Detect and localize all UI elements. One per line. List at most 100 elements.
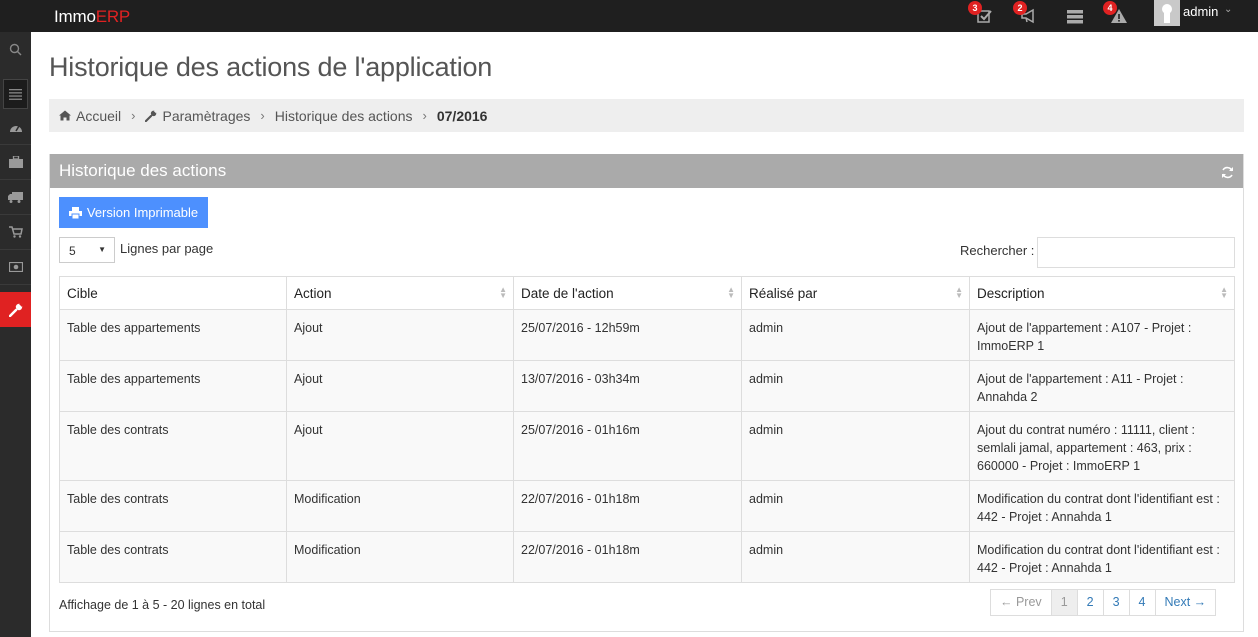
breadcrumb-history[interactable]: Historique des actions — [275, 108, 413, 124]
messages-badge: 2 — [1013, 1, 1027, 15]
sort-icon: ▲ ▼ — [1220, 285, 1228, 300]
tasks-badge: 3 — [968, 1, 982, 15]
messages-notification[interactable]: 2 — [1013, 1, 1039, 26]
table-row: Table des contrats Ajout 25/07/2016 - 01… — [59, 411, 1235, 481]
cell-cible: Table des appartements — [59, 360, 287, 412]
table-row: Table des appartements Ajout 25/07/2016 … — [59, 309, 1235, 361]
sort-icon: ▲ ▼ — [499, 285, 507, 300]
sidebar-item-deliveries[interactable] — [0, 180, 31, 215]
cell-cible: Table des contrats — [59, 411, 287, 481]
menu-toggle-icon — [9, 88, 22, 100]
sidebar-toggle[interactable] — [3, 79, 28, 109]
breadcrumb-current: 07/2016 — [436, 107, 488, 124]
cell-description: Modification du contrat dont l'identifia… — [969, 480, 1235, 532]
history-portlet: Historique des actions Version Imprimabl… — [49, 154, 1244, 632]
sidebar-item-dashboard[interactable] — [0, 110, 31, 145]
prev-page-button[interactable]: ← Prev — [990, 589, 1052, 616]
cell-user: admin — [741, 531, 970, 583]
column-header-realise-par[interactable]: Réalisé par ▲ ▼ — [741, 276, 970, 310]
server-icon — [1067, 10, 1083, 24]
alerts-badge: 4 — [1103, 1, 1117, 15]
cell-description: Modification du contrat dont l'identifia… — [969, 531, 1235, 583]
cell-user: admin — [741, 360, 970, 412]
avatar[interactable] — [1154, 0, 1180, 26]
sort-icon: ▲ ▼ — [727, 285, 735, 300]
page-1-button[interactable]: 1 — [1050, 589, 1078, 616]
table-info: Affichage de 1 à 5 - 20 lignes en total — [59, 598, 266, 612]
print-icon — [68, 206, 82, 219]
user-avatar-icon — [1162, 4, 1172, 23]
cell-description: Ajout de l'appartement : A107 - Projet :… — [969, 309, 1235, 361]
user-name[interactable]: admin — [1183, 4, 1218, 19]
sidebar-item-sales[interactable] — [0, 215, 31, 250]
breadcrumb-home[interactable]: Accueil — [59, 108, 121, 124]
refresh-icon — [1222, 166, 1233, 179]
wrench-icon — [8, 303, 22, 317]
search-label: Rechercher : — [960, 243, 1035, 258]
cell-action: Ajout — [286, 360, 514, 412]
cell-date: 13/07/2016 - 03h34m — [513, 360, 742, 412]
cart-icon — [8, 226, 23, 238]
print-button-label: Version Imprimable — [86, 205, 199, 220]
dashboard-icon — [9, 125, 22, 132]
cell-action: Ajout — [286, 309, 514, 361]
breadcrumb: Accueil › Paramètrages › Historique des … — [49, 99, 1244, 132]
truck-icon — [8, 191, 23, 203]
breadcrumb-home-label[interactable]: Accueil — [76, 108, 121, 124]
page-3-button[interactable]: 3 — [1102, 589, 1130, 616]
chevron-right-icon: › — [260, 108, 265, 123]
cell-date: 25/07/2016 - 12h59m — [513, 309, 742, 361]
breadcrumb-settings[interactable]: Paramètrages — [145, 108, 250, 124]
refresh-button[interactable] — [1221, 164, 1234, 184]
briefcase-icon — [8, 156, 23, 168]
cell-description: Ajout de l'appartement : A11 - Projet : … — [969, 360, 1235, 412]
app-logo[interactable]: ImmoERP — [54, 7, 130, 27]
history-table: Cible Action ▲ ▼ Date de l'action ▲ ▼ Réalis… — [59, 276, 1235, 583]
server-notification[interactable] — [1065, 6, 1085, 26]
cell-cible: Table des appartements — [59, 309, 287, 361]
cell-cible: Table des contrats — [59, 531, 287, 583]
top-bar: ImmoERP 3 2 4 admin ⌄ — [0, 0, 1258, 32]
home-icon — [59, 110, 71, 121]
breadcrumb-settings-label[interactable]: Paramètrages — [162, 108, 250, 124]
column-header-action[interactable]: Action ▲ ▼ — [286, 276, 514, 310]
search-input[interactable] — [1037, 237, 1235, 268]
main-content: Historique des actions de l'application … — [31, 32, 1258, 637]
portlet-header: Historique des actions — [50, 154, 1243, 188]
next-page-button[interactable]: Next → — [1154, 589, 1217, 616]
column-header-date[interactable]: Date de l'action ▲ ▼ — [513, 276, 742, 310]
table-row: Table des contrats Modification 22/07/20… — [59, 531, 1235, 583]
page-4-button[interactable]: 4 — [1128, 589, 1156, 616]
table-row: Table des contrats Modification 22/07/20… — [59, 480, 1235, 532]
column-header-cible[interactable]: Cible — [59, 276, 287, 310]
sidebar-item-settings[interactable] — [0, 292, 31, 327]
sidebar-item-projects[interactable] — [0, 145, 31, 180]
page-title: Historique des actions de l'application — [49, 52, 493, 82]
cell-cible: Table des contrats — [59, 480, 287, 532]
column-header-description[interactable]: Description ▲ ▼ — [969, 276, 1235, 310]
sidebar-item-finance[interactable] — [0, 250, 31, 285]
cell-action: Modification — [286, 480, 514, 532]
chevron-right-icon: › — [422, 108, 427, 123]
cell-date: 22/07/2016 - 01h18m — [513, 531, 742, 583]
page-2-button[interactable]: 2 — [1076, 589, 1104, 616]
cell-user: admin — [741, 411, 970, 481]
cell-date: 22/07/2016 - 01h18m — [513, 480, 742, 532]
sidebar-search[interactable] — [0, 32, 31, 67]
cell-action: Ajout — [286, 411, 514, 481]
wrench-icon — [145, 110, 157, 122]
tasks-notification[interactable]: 3 — [968, 1, 994, 26]
page-size-value: 5 — [69, 244, 76, 258]
print-button[interactable]: Version Imprimable — [59, 197, 208, 228]
cell-user: admin — [741, 480, 970, 532]
cell-date: 25/07/2016 - 01h16m — [513, 411, 742, 481]
page-size-select[interactable]: 5 ▼ — [59, 237, 115, 263]
alerts-notification[interactable]: 4 — [1103, 1, 1129, 26]
portlet-title: Historique des actions — [59, 161, 227, 180]
cell-action: Modification — [286, 531, 514, 583]
sidebar — [0, 32, 31, 637]
search-icon — [9, 43, 22, 56]
cell-user: admin — [741, 309, 970, 361]
table-row: Table des appartements Ajout 13/07/2016 … — [59, 360, 1235, 412]
chevron-down-icon[interactable]: ⌄ — [1224, 4, 1232, 15]
